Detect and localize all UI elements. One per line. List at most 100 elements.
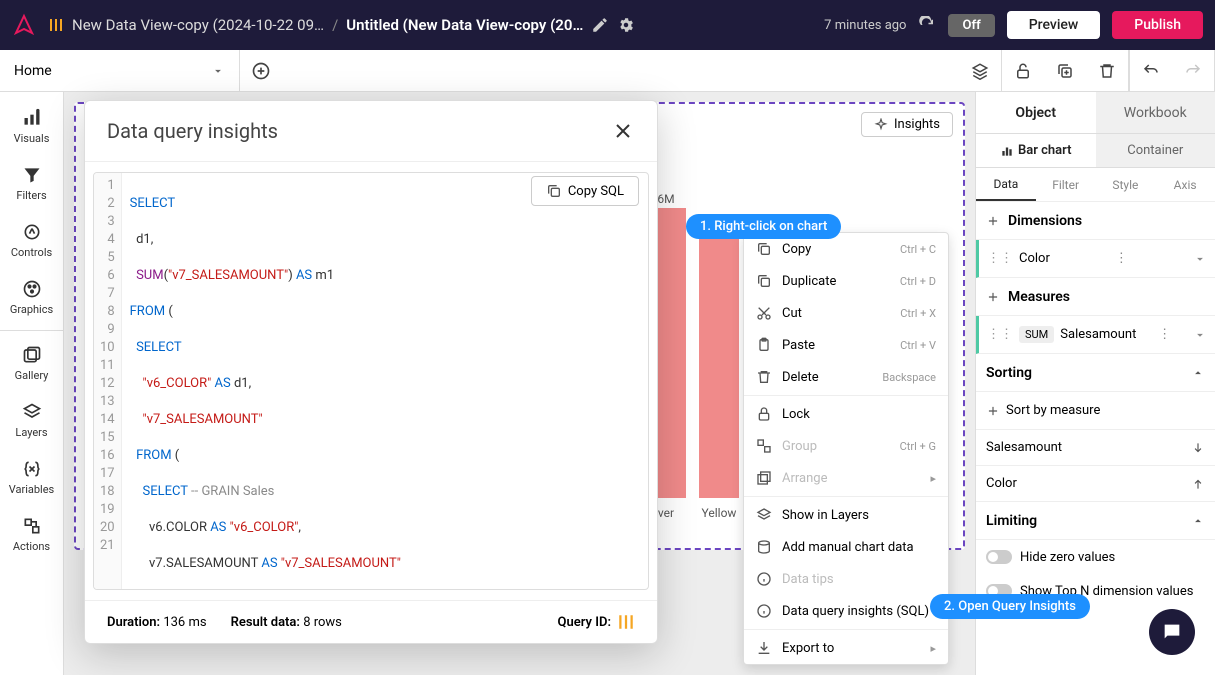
arrow-up-icon[interactable] [1191, 477, 1205, 491]
modal-title: Data query insights [107, 119, 278, 143]
lock-icon [756, 406, 772, 422]
plus-icon [986, 290, 1000, 304]
nav-layers[interactable]: Layers [0, 392, 63, 449]
plus-icon [986, 404, 1000, 418]
breadcrumb-parent[interactable]: New Data View-copy (2024-10-22 09… [72, 16, 324, 34]
tab-workbook[interactable]: Workbook [1096, 92, 1215, 133]
duplicate-icon [756, 273, 772, 289]
drag-handle-icon[interactable]: ⋮⋮ [987, 327, 1013, 342]
ctx-query-insights[interactable]: Data query insights (SQL) [744, 595, 948, 627]
proptab-axis[interactable]: Axis [1155, 168, 1215, 201]
section-measures[interactable]: Measures [976, 278, 1215, 316]
saved-ago: 7 minutes ago [824, 18, 906, 33]
section-limiting[interactable]: Limiting [976, 502, 1215, 540]
drag-handle-icon[interactable]: ⋮⋮ [987, 251, 1013, 266]
dimension-color[interactable]: ⋮⋮ Color ⋮ [976, 240, 1215, 278]
ctx-export[interactable]: Export to▸ [744, 632, 948, 664]
ctx-duplicate[interactable]: DuplicateCtrl + D [744, 265, 948, 297]
page-selector-label: Home [14, 63, 52, 79]
item-more-icon[interactable]: ⋮ [1158, 327, 1171, 342]
add-element-button[interactable] [240, 50, 282, 92]
duration-value: 136 ms [163, 615, 206, 630]
chevron-up-icon [1191, 366, 1205, 380]
paste-icon [756, 337, 772, 353]
close-icon[interactable] [611, 119, 635, 143]
cut-icon [756, 305, 772, 321]
callout-2: 2. Open Query Insights [930, 594, 1090, 619]
sql-code[interactable]: 123456789101112131415161718192021 SELECT… [93, 172, 649, 590]
unlock-button[interactable] [1002, 50, 1044, 92]
ctx-data-tips: Data tips [744, 563, 948, 595]
preview-button[interactable]: Preview [1007, 11, 1101, 39]
bars-icon[interactable] [617, 613, 635, 631]
ctx-group: GroupCtrl + G [744, 430, 948, 462]
undo-button[interactable] [1130, 50, 1172, 92]
layers-toolbar-icon[interactable] [959, 50, 1001, 92]
refresh-icon[interactable] [918, 16, 936, 34]
database-icon [756, 539, 772, 555]
publish-button[interactable]: Publish [1112, 11, 1203, 39]
duplicate-toolbar-button[interactable] [1044, 50, 1086, 92]
tab-object[interactable]: Object [976, 92, 1096, 133]
sort-by-measure[interactable]: Sort by measure [976, 392, 1215, 430]
toggle-hide-zero[interactable]: Hide zero values [976, 540, 1215, 574]
delete-toolbar-button[interactable] [1086, 50, 1128, 92]
ctx-cut[interactable]: CutCtrl + X [744, 297, 948, 329]
plus-icon [986, 214, 1000, 228]
breadcrumb: New Data View-copy (2024-10-22 09… / Unt… [48, 16, 824, 34]
copy-sql-button[interactable]: Copy SQL [531, 176, 639, 206]
bar-category: Yellow [694, 506, 744, 520]
nav-variables[interactable]: Variables [0, 449, 63, 506]
nav-gallery[interactable]: Gallery [0, 335, 63, 392]
page-selector[interactable]: Home [0, 50, 240, 91]
query-insights-modal: Data query insights Copy SQL 12345678910… [84, 100, 658, 644]
result-label: Result data: [231, 615, 300, 630]
section-sorting[interactable]: Sorting [976, 354, 1215, 392]
download-icon [756, 640, 772, 656]
chat-launcher[interactable] [1149, 609, 1195, 655]
breadcrumb-current[interactable]: Untitled (New Data View-copy (20… [346, 16, 583, 34]
ctx-lock[interactable]: Lock [744, 398, 948, 430]
arrow-down-icon[interactable] [1191, 441, 1205, 455]
info-icon [756, 571, 772, 587]
layers-icon [756, 507, 772, 523]
subtab-container[interactable]: Container [1096, 134, 1215, 167]
section-dimensions[interactable]: Dimensions [976, 202, 1215, 240]
ctx-paste[interactable]: PasteCtrl + V [744, 329, 948, 361]
ctx-show-layers[interactable]: Show in Layers [744, 499, 948, 531]
insights-button[interactable]: Insights [861, 112, 953, 137]
proptab-data[interactable]: Data [976, 168, 1036, 201]
edit-icon[interactable] [591, 16, 609, 34]
trash-icon [756, 369, 772, 385]
nav-controls[interactable]: Controls [0, 212, 63, 269]
proptab-style[interactable]: Style [1096, 168, 1156, 201]
nav-filters[interactable]: Filters [0, 155, 63, 212]
chevron-down-icon[interactable] [1193, 328, 1207, 342]
measure-salesamount[interactable]: ⋮⋮ SUM Salesamount ⋮ [976, 316, 1215, 354]
arrange-icon [756, 470, 772, 486]
chevron-down-icon [211, 64, 225, 78]
item-more-icon[interactable]: ⋮ [1115, 251, 1128, 266]
sort-color[interactable]: Color [976, 466, 1215, 502]
nav-visuals[interactable]: Visuals [0, 98, 63, 155]
result-value: 8 rows [303, 615, 342, 630]
sort-salesamount[interactable]: Salesamount [976, 430, 1215, 466]
redo-button[interactable] [1172, 50, 1214, 92]
nav-graphics[interactable]: Graphics [0, 269, 63, 326]
chevron-down-icon[interactable] [1193, 252, 1207, 266]
bars-icon [48, 17, 64, 33]
app-logo[interactable] [12, 13, 36, 37]
proptab-filter[interactable]: Filter [1036, 168, 1096, 201]
nav-actions[interactable]: Actions [0, 506, 63, 563]
chat-icon [1161, 621, 1183, 643]
gear-icon[interactable] [617, 16, 635, 34]
barchart-icon [1000, 144, 1014, 158]
ctx-add-manual[interactable]: Add manual chart data [744, 531, 948, 563]
duration-label: Duration: [107, 615, 160, 630]
auto-toggle[interactable]: Off [948, 14, 994, 37]
ctx-delete[interactable]: DeleteBackspace [744, 361, 948, 393]
callout-1: 1. Right-click on chart [686, 214, 841, 239]
context-menu: CopyCtrl + C DuplicateCtrl + D CutCtrl +… [743, 232, 949, 665]
agg-pill[interactable]: SUM [1019, 326, 1054, 343]
subtab-barchart[interactable]: Bar chart [976, 134, 1096, 167]
